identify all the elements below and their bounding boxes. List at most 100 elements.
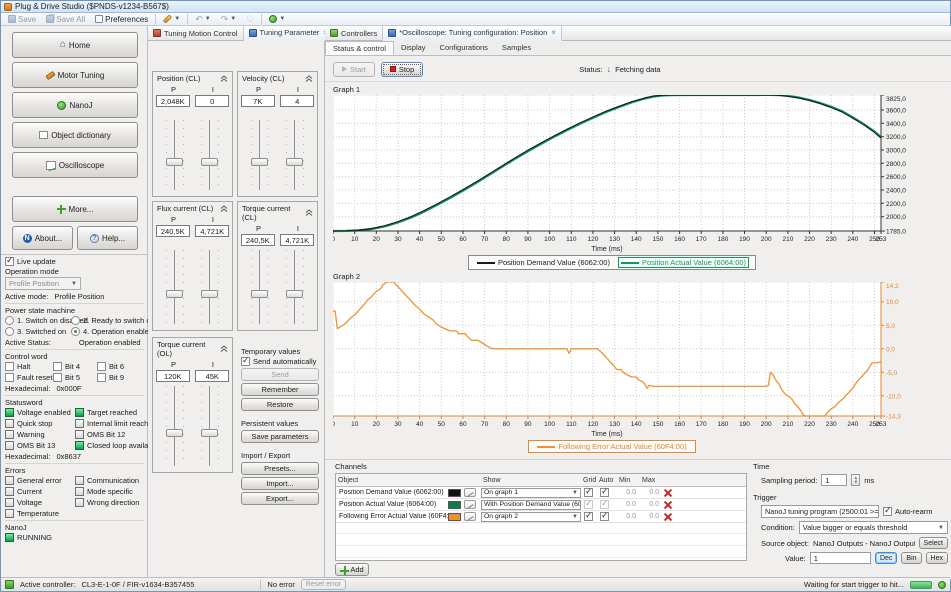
presets-button[interactable]: Presets... (241, 462, 319, 475)
collapse-icon[interactable] (220, 74, 228, 83)
send-automatically-checkbox[interactable]: Send automatically (241, 355, 319, 366)
hex-button[interactable]: Hex (925, 552, 948, 564)
torque-ol-p-value[interactable]: 120K (155, 370, 190, 382)
operation-mode-select[interactable]: Profile Position ▼ (5, 277, 81, 290)
export-button[interactable]: Export... (241, 492, 319, 505)
auto-checkbox[interactable] (600, 498, 609, 509)
psm-option-4[interactable]: 4. Operation enabled (71, 327, 155, 336)
collapse-icon[interactable] (220, 204, 228, 213)
sampling-period-input[interactable]: 1 (821, 474, 848, 486)
show-dropdown[interactable]: On graph 2 ▼ (481, 511, 581, 522)
add-channel-button[interactable]: Add (335, 563, 369, 576)
legend-position-demand[interactable]: Position Demand Value (6062:00) (475, 258, 612, 267)
edit-pen-icon[interactable] (464, 512, 476, 521)
trigger-value-input[interactable]: 1 (809, 552, 871, 564)
dec-button[interactable]: Dec (874, 552, 898, 564)
preferences-button[interactable]: Preferences (92, 14, 151, 25)
auto-checkbox[interactable] (600, 486, 609, 497)
flux-p-slider[interactable] (162, 248, 188, 326)
help-button[interactable]: ? Help... (77, 226, 138, 250)
edit-pen-icon[interactable] (464, 488, 476, 497)
legend-position-actual[interactable]: Position Actual Value (6064:00) (617, 257, 750, 268)
import-button[interactable]: Import... (241, 477, 319, 490)
sidebar-item-home[interactable]: ⌂ Home (12, 32, 138, 58)
about-button[interactable]: N About... (12, 226, 73, 250)
redo-button[interactable]: ↷ ▼ (218, 14, 240, 25)
reset-error-button[interactable]: Reset error (300, 579, 346, 590)
legend-following-error[interactable]: Following Error Actual Value (60F4:00) (535, 442, 688, 451)
slider-thumb[interactable] (286, 157, 304, 166)
subtab-display[interactable]: Display (394, 41, 433, 55)
velocity-p-value[interactable]: 7K (240, 95, 275, 107)
collapse-icon[interactable] (305, 209, 313, 217)
trigger-select[interactable]: NanoJ tuning program (2500:01 >= 1)▼ (761, 505, 879, 518)
psm-option-2[interactable]: 2. Ready to switch on (71, 316, 155, 325)
torque-cl-p-slider[interactable] (247, 248, 273, 326)
save-parameters-button[interactable]: Save parameters (241, 430, 319, 443)
channel-row-following-error[interactable]: Following Error Actual Value (60F4:00) O… (336, 510, 746, 523)
grid-checkbox[interactable] (584, 498, 593, 509)
remember-button[interactable]: Remember (241, 383, 319, 396)
delete-channel-icon[interactable] (663, 512, 673, 522)
sidebar-item-object-dictionary[interactable]: Object dictionary (12, 122, 138, 148)
subtab-status-control[interactable]: Status & control (325, 41, 394, 55)
subtab-configurations[interactable]: Configurations (433, 41, 495, 55)
collapse-icon[interactable] (305, 74, 313, 83)
velocity-i-value[interactable]: 4 (280, 95, 315, 107)
sidebar-item-motor-tuning[interactable]: Motor Tuning (12, 62, 138, 88)
torque-ol-i-value[interactable]: 45K (195, 370, 230, 382)
velocity-p-slider[interactable] (247, 118, 273, 192)
position-p-slider[interactable] (162, 118, 188, 192)
auto-rearm-checkbox[interactable]: Auto-rearm (883, 505, 933, 516)
position-i-slider[interactable] (197, 118, 223, 192)
grid-checkbox[interactable] (584, 486, 593, 497)
sidebar-item-nanoj[interactable]: NanoJ (12, 92, 138, 118)
channel-color-swatch[interactable] (448, 500, 461, 509)
slider-thumb[interactable] (250, 157, 268, 166)
spinner-icon[interactable]: ▲ ▼ (851, 474, 861, 486)
cw-halt-checkbox[interactable]: Halt (5, 362, 53, 371)
cw-bit6-checkbox[interactable]: Bit 6 (97, 362, 144, 371)
cw-fault-reset-checkbox[interactable]: Fault reset (5, 373, 53, 382)
slider-thumb[interactable] (165, 290, 183, 299)
slider-thumb[interactable] (201, 429, 219, 438)
channel-row-position-demand[interactable]: Position Demand Value (6062:00) On graph… (336, 486, 746, 499)
select-button[interactable]: Select (918, 537, 948, 549)
slider-thumb[interactable] (165, 429, 183, 438)
more-button[interactable]: More... (12, 196, 138, 222)
cw-bit4-checkbox[interactable]: Bit 4 (53, 362, 97, 371)
undo-button[interactable]: ↶ ▼ (192, 14, 214, 25)
bin-button[interactable]: Bin (901, 552, 922, 564)
send-button[interactable]: Send (241, 368, 319, 381)
torque-ol-p-slider[interactable] (162, 384, 188, 468)
mark-buttons[interactable]: ♡ (243, 14, 257, 25)
channel-row-position-actual[interactable]: Position Actual Value (6064:00) With Pos… (336, 498, 746, 511)
position-i-value[interactable]: 0 (195, 95, 230, 107)
flux-p-value[interactable]: 240,5K (155, 225, 190, 237)
subtab-samples[interactable]: Samples (495, 41, 538, 55)
close-icon[interactable]: × (551, 28, 556, 37)
slider-thumb[interactable] (250, 290, 268, 299)
tab-controllers[interactable]: Controllers (325, 25, 384, 41)
slider-thumb[interactable] (165, 157, 183, 166)
channel-color-swatch[interactable] (448, 512, 461, 521)
position-p-value[interactable]: 2,048K (155, 95, 190, 107)
start-button[interactable]: Start (333, 61, 375, 77)
tab-tuning-motion-control[interactable]: Tuning Motion Control (148, 25, 244, 41)
slider-thumb[interactable] (201, 157, 219, 166)
save-button[interactable]: Save (5, 14, 39, 25)
delete-channel-icon[interactable] (663, 500, 673, 510)
save-all-button[interactable]: Save All (43, 14, 88, 25)
velocity-i-slider[interactable] (282, 118, 308, 192)
show-dropdown[interactable]: On graph 1 ▼ (481, 487, 581, 498)
slider-thumb[interactable] (201, 290, 219, 299)
auto-checkbox[interactable] (600, 510, 609, 521)
torque-cl-i-slider[interactable] (282, 248, 308, 326)
wizard-button[interactable]: ▼ (160, 14, 183, 25)
grid-checkbox[interactable] (584, 510, 593, 521)
delete-channel-icon[interactable] (663, 488, 673, 498)
torque-ol-i-slider[interactable] (197, 384, 223, 468)
tab-oscilloscope-config[interactable]: *Oscilloscope: Tuning configuration: Pos… (383, 25, 562, 41)
sidebar-item-oscilloscope[interactable]: Oscilloscope (12, 152, 138, 178)
connection-button[interactable]: ▼ (266, 14, 288, 25)
